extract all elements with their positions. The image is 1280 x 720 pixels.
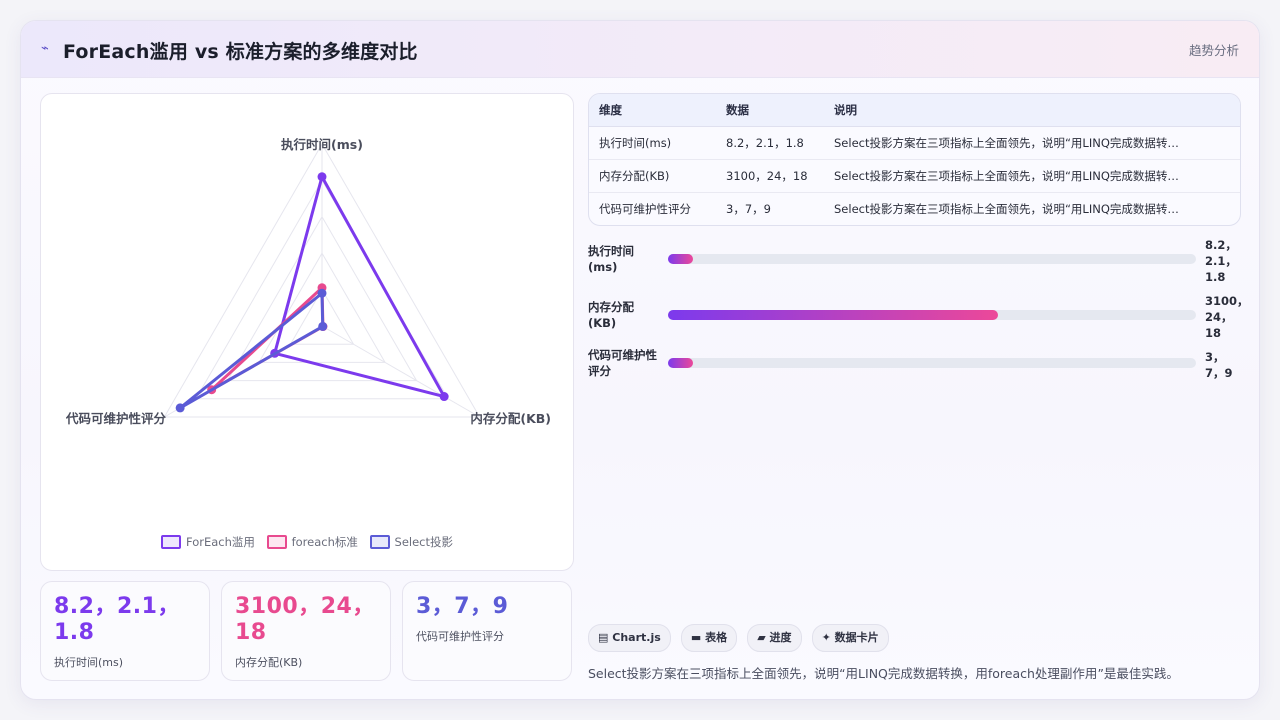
- radar-axis-label: 执行时间(ms): [281, 137, 363, 152]
- radar-data-point: [317, 172, 327, 182]
- table-cell: 代码可维护性评分: [599, 202, 691, 216]
- data-table: 维度 数据 说明 执行时间(ms) 8.2，2.1，1.8 Select投影方案…: [589, 94, 1240, 225]
- table-cell: Select投影方案在三项指标上全面领先，说明“用LINQ完成数据转…: [824, 126, 1240, 160]
- table-cell: 执行时间(ms): [589, 126, 716, 160]
- progress-value: 3， 7，9: [1205, 350, 1233, 380]
- radar-chart-card: 执行时间(ms) 内存分配(KB) 代码可维护性评分 ForEach滥用 forea…: [40, 93, 574, 571]
- table-icon: ▬: [690, 631, 702, 644]
- legend-swatch-indigo: [369, 535, 390, 549]
- table-cell: Select投影方案在三项指标上全面领先，说明“用LINQ完成数据转…: [834, 202, 1179, 216]
- stat-card-maintainability: 3，7，9 代码可维护性评分: [402, 581, 572, 681]
- chart-icon: ▤: [598, 631, 609, 644]
- progress-fill: [668, 254, 694, 264]
- stat-value: 3，7，9: [416, 594, 509, 619]
- radar-chart: 执行时间(ms) 内存分配(KB) 代码可维护性评分: [65, 137, 551, 426]
- progress-icon: ▰: [757, 631, 766, 644]
- legend-item-foreach-abuse[interactable]: ForEach滥用: [161, 534, 255, 550]
- radar-axis-label: 代码可维护性评分: [65, 411, 167, 426]
- progress-fill: [668, 358, 694, 368]
- sparkle-icon: ✦: [821, 631, 831, 644]
- table-row: 内存分配(KB) 3100，24，18 Select投影方案在三项指标上全面领先…: [589, 159, 1240, 193]
- progress-value: 3100， 24， 18: [1205, 294, 1249, 340]
- summary-text: Select投影方案在三项指标上全面领先，说明“用LINQ完成数据转换，用for…: [588, 666, 1179, 681]
- table-row: 代码可维护性评分 3，7，9 Select投影方案在三项指标上全面领先，说明“用…: [589, 193, 1240, 226]
- radar-data-point: [317, 288, 327, 298]
- chip-label: 数据卡片: [834, 631, 879, 644]
- chip-label: 进度: [769, 631, 792, 644]
- chip-progress[interactable]: ▰ 进度: [747, 624, 802, 652]
- radar-data-point: [175, 403, 185, 413]
- progress-label: 执行时间 (ms): [588, 244, 634, 274]
- stat-card-exec-time: 8.2，2.1，1.8 执行时间(ms): [40, 581, 210, 681]
- legend-swatch-pink: [266, 535, 287, 549]
- legend-label: Select投影: [394, 535, 453, 549]
- radar-axis-label: 内存分配(KB): [470, 411, 551, 426]
- feature-chip-row: ▤ Chart.js ▬ 表格 ▰ 进度 ✦ 数据卡片: [588, 624, 894, 652]
- legend-swatch-purple: [161, 535, 181, 549]
- stat-card-memory: 3100，24，18 内存分配(KB): [221, 581, 391, 681]
- chip-data-card[interactable]: ✦ 数据卡片: [811, 624, 889, 652]
- progress-label: 代码可维护性 评分: [588, 348, 657, 378]
- stat-label: 执行时间(ms): [54, 656, 124, 669]
- chip-table[interactable]: ▬ 表格: [680, 624, 738, 652]
- column-header-description: 说明: [824, 94, 1240, 127]
- table-cell: Select投影方案在三项指标上全面领先，说明“用LINQ完成数据转…: [824, 159, 1240, 193]
- table-row: 执行时间(ms) 8.2，2.1，1.8 Select投影方案在三项指标上全面领…: [589, 126, 1240, 160]
- progress-fill: [668, 310, 998, 320]
- chip-label: Chart.js: [612, 631, 661, 644]
- chart-legend: ForEach滥用 foreach标准 Select投影: [41, 534, 573, 550]
- legend-label: ForEach滥用: [186, 535, 255, 549]
- table-cell: 3100，24，18: [716, 159, 824, 193]
- data-table-card: 维度 数据 说明 执行时间(ms) 8.2，2.1，1.8 Select投影方案…: [588, 93, 1241, 226]
- progress-track: [668, 310, 1196, 320]
- dashboard-frame: ⌁ ForEach滥用 vs 标准方案的多维度对比 趋势分析 执行时间(ms) 内…: [20, 20, 1260, 700]
- legend-item-select-projection[interactable]: Select投影: [369, 534, 453, 550]
- header-bar: ⌁ ForEach滥用 vs 标准方案的多维度对比 趋势分析: [21, 21, 1259, 78]
- stat-label: 内存分配(KB): [235, 656, 303, 669]
- table-cell: 3，7，9: [726, 202, 771, 216]
- chip-label: 表格: [705, 631, 728, 644]
- chip-chartjs[interactable]: ▤ Chart.js: [588, 624, 671, 652]
- radar-data-point: [439, 392, 449, 402]
- progress-label: 内存分配 (KB): [588, 300, 634, 330]
- table-cell: 内存分配(KB): [589, 159, 716, 193]
- chart-trend-icon: ⌁: [41, 41, 49, 56]
- progress-track: [668, 358, 1196, 368]
- radar-data-point: [318, 321, 328, 331]
- legend-item-foreach-standard[interactable]: foreach标准: [266, 534, 358, 550]
- trend-analysis-tag: 趋势分析: [1188, 43, 1239, 58]
- column-header-data: 数据: [716, 94, 824, 127]
- table-cell: 8.2，2.1，1.8: [716, 126, 824, 160]
- stat-label: 代码可维护性评分: [416, 630, 504, 643]
- legend-label: foreach标准: [291, 535, 358, 549]
- stat-value: 3100，24，18: [235, 594, 375, 645]
- radar-series-line: [178, 291, 325, 410]
- table-header-row: 维度 数据 说明: [589, 94, 1240, 127]
- stat-value: 8.2，2.1，1.8: [54, 594, 180, 645]
- progress-track: [668, 254, 1196, 264]
- progress-value: 8.2， 2.1， 1.8: [1205, 238, 1237, 284]
- column-header-dimension: 维度: [589, 94, 716, 127]
- page-title: ForEach滥用 vs 标准方案的多维度对比: [63, 41, 418, 63]
